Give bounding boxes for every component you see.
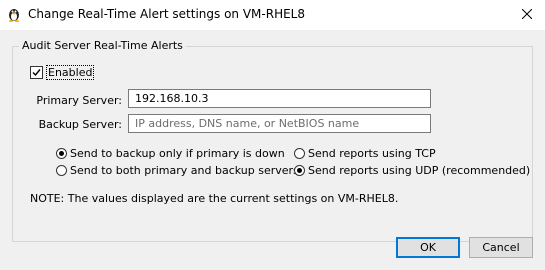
title-bar: Change Real-Time Alert settings on VM-RH…: [0, 0, 545, 30]
radio-both-servers[interactable]: Send to both primary and backup servers: [56, 164, 299, 177]
cancel-button[interactable]: Cancel: [469, 237, 533, 258]
ok-button-label: OK: [420, 241, 436, 254]
primary-server-input[interactable]: [128, 89, 431, 108]
settings-note: NOTE: The values displayed are the curre…: [30, 192, 399, 205]
close-button[interactable]: [509, 0, 545, 30]
radio-backup-only-label: Send to backup only if primary is down: [70, 147, 285, 160]
radio-tcp[interactable]: Send reports using TCP: [294, 147, 436, 160]
backup-server-input[interactable]: [128, 114, 431, 133]
radio-tcp-indicator[interactable]: [294, 148, 305, 159]
window-title: Change Real-Time Alert settings on VM-RH…: [28, 7, 306, 21]
radio-both-servers-indicator[interactable]: [56, 165, 67, 176]
checkmark-icon: [32, 69, 41, 77]
enabled-checkbox-row[interactable]: Enabled: [30, 65, 95, 80]
radio-tcp-label: Send reports using TCP: [308, 147, 436, 160]
radio-udp-indicator[interactable]: [294, 165, 305, 176]
radio-both-servers-label: Send to both primary and backup servers: [70, 164, 299, 177]
ok-button[interactable]: OK: [396, 237, 460, 258]
radio-udp-label: Send reports using UDP (recommended): [308, 164, 531, 177]
enabled-checkbox[interactable]: [30, 66, 43, 79]
close-icon: [521, 8, 533, 22]
backup-server-label: Backup Server:: [38, 118, 122, 131]
primary-server-label: Primary Server:: [36, 94, 122, 107]
radio-backup-only[interactable]: Send to backup only if primary is down: [56, 147, 285, 160]
groupbox-title: Audit Server Real-Time Alerts: [19, 39, 186, 52]
radio-backup-only-indicator[interactable]: [56, 148, 67, 159]
linux-penguin-icon: [6, 6, 22, 22]
cancel-button-label: Cancel: [482, 241, 520, 254]
radio-udp[interactable]: Send reports using UDP (recommended): [294, 164, 530, 177]
enabled-label: Enabled: [45, 65, 95, 80]
dialog-body: Audit Server Real-Time Alerts Enabled Pr…: [0, 30, 545, 270]
